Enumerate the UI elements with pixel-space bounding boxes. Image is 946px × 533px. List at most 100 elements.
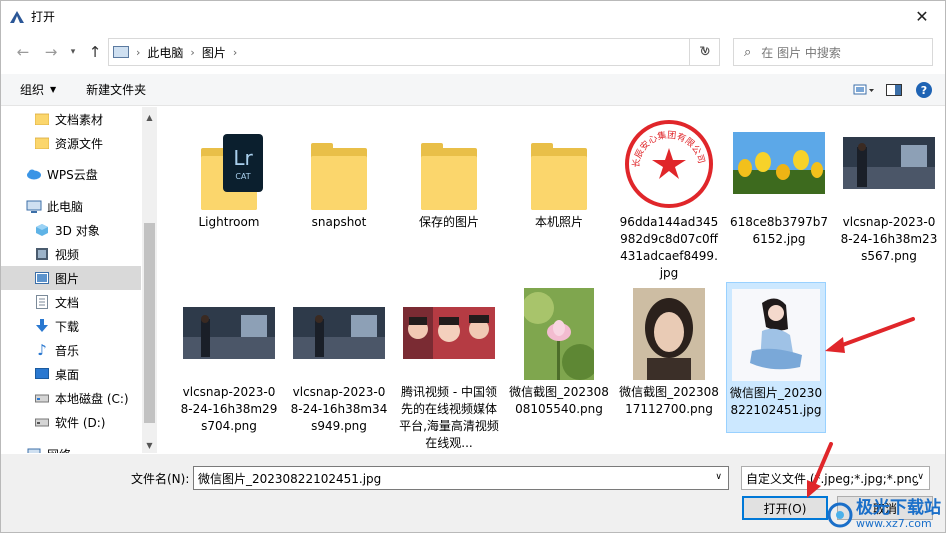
- sidebar-scrollbar[interactable]: ▲ ▼: [142, 107, 157, 453]
- file-item[interactable]: 长辰安心集团有限公司 96dda144ad345982d9c8d07c0ff43…: [619, 115, 719, 282]
- sidebar-item-label: 视频: [55, 247, 80, 262]
- back-button[interactable]: ←: [13, 42, 33, 62]
- change-view-button[interactable]: [853, 79, 875, 101]
- scrollbar-thumb[interactable]: [144, 223, 155, 423]
- breadcrumb-separator-icon: ›: [232, 45, 238, 59]
- folder-thumbnail: [399, 115, 499, 210]
- file-item-selected[interactable]: 微信图片_20230822102451.jpg: [726, 282, 826, 433]
- preview-pane-button[interactable]: [883, 79, 905, 101]
- dialog-footer: 文件名(N): 微信图片_20230822102451.jpg ∨ 自定义文件 …: [1, 442, 945, 532]
- sidebar-item-downloads[interactable]: 下载: [1, 314, 141, 338]
- file-item[interactable]: snapshot: [289, 115, 389, 231]
- sidebar-item-drive-c[interactable]: 本地磁盘 (C:): [1, 386, 141, 410]
- breadcrumb-this-pc[interactable]: 此电脑: [147, 44, 183, 61]
- sidebar-item-network[interactable]: 网络: [1, 442, 141, 453]
- sidebar-item-3d-objects[interactable]: 3D 对象: [1, 218, 141, 242]
- navigation-bar: ← → ▾ ↑ › 此电脑 › 图片 › ∨ ↻ ⌕ 在 图片 中搜索: [1, 34, 945, 70]
- up-button[interactable]: ↑: [85, 42, 105, 62]
- search-input[interactable]: ⌕ 在 图片 中搜索: [733, 38, 933, 66]
- sidebar-item-label: 下载: [55, 319, 80, 334]
- sidebar-item-label: 软件 (D:): [55, 415, 106, 430]
- folder-icon: [421, 143, 477, 210]
- chevron-down-icon[interactable]: ∨: [917, 472, 924, 482]
- computer-icon: [113, 46, 129, 58]
- new-folder-label: 新建文件夹: [86, 83, 147, 97]
- sidebar-item-label: 音乐: [55, 343, 80, 358]
- image-thumbnail: [289, 285, 389, 380]
- annotation-arrow-icon: [825, 317, 915, 353]
- refresh-button[interactable]: ↻: [689, 38, 720, 66]
- image-thumbnail: [729, 115, 829, 210]
- watermark-url: www.xz7.com: [856, 517, 932, 530]
- arrow-left-icon: ←: [16, 43, 30, 61]
- file-name: 本机照片: [534, 215, 583, 229]
- file-item[interactable]: 618ce8b3797b76152.jpg: [729, 115, 829, 248]
- chevron-down-icon[interactable]: ∨: [715, 472, 722, 482]
- file-name: Lightroom: [198, 215, 260, 229]
- recent-locations-button[interactable]: ▾: [63, 42, 83, 62]
- organize-menu[interactable]: 组织 ▼: [20, 81, 56, 98]
- breadcrumb-separator-icon: ›: [136, 45, 141, 59]
- image-thumbnail: 长辰安心集团有限公司: [619, 115, 719, 210]
- sidebar-item-label: 图片: [55, 271, 80, 286]
- network-icon: [26, 446, 42, 453]
- file-item[interactable]: Lr CAT Lightroom: [179, 115, 279, 231]
- sidebar-item-label: 网络: [47, 446, 71, 454]
- file-name: snapshot: [311, 215, 367, 229]
- file-item[interactable]: 本机照片: [509, 115, 609, 231]
- window-title: 打开: [31, 10, 56, 24]
- watermark-logo: 极光下载站 www.xz7.com: [827, 499, 941, 530]
- help-button[interactable]: ?: [913, 79, 935, 101]
- sidebar-item-resources[interactable]: 资源文件: [1, 131, 141, 155]
- video-icon: [34, 246, 50, 262]
- filename-input[interactable]: 微信图片_20230822102451.jpg ∨: [193, 466, 729, 490]
- sidebar-item-this-pc[interactable]: 此电脑: [1, 194, 141, 218]
- file-item[interactable]: 微信截图_20230808105540.png: [509, 285, 609, 418]
- sidebar-item-desktop[interactable]: 桌面: [1, 362, 141, 386]
- file-name: 96dda144ad345982d9c8d07c0ff431adcaef8499…: [619, 215, 719, 280]
- file-item[interactable]: vlcsnap-2023-08-24-16h38m34s949.png: [289, 285, 389, 435]
- tulips-image: [733, 131, 825, 194]
- sidebar-item-pictures[interactable]: 图片: [1, 266, 141, 290]
- file-name: 618ce8b3797b76152.jpg: [730, 215, 828, 246]
- folder-icon: [311, 143, 367, 210]
- sidebar-item-docs-material[interactable]: 文档素材: [1, 107, 141, 131]
- address-bar[interactable]: › 此电脑 › 图片 › ∨: [108, 38, 720, 66]
- document-icon: [34, 294, 50, 310]
- preview-pane-icon: [886, 84, 902, 96]
- sidebar-item-music[interactable]: ♪ 音乐: [1, 338, 141, 362]
- breadcrumb-pictures[interactable]: 图片: [202, 44, 226, 61]
- computer-icon: [26, 198, 42, 214]
- close-icon: ✕: [915, 7, 929, 26]
- file-name: 微信截图_20230808105540.png: [509, 385, 609, 416]
- scroll-up-icon[interactable]: ▲: [142, 109, 157, 125]
- video-frame-image: [183, 306, 275, 359]
- command-bar: 组织 ▼ 新建文件夹 ?: [1, 74, 945, 106]
- new-folder-button[interactable]: 新建文件夹: [86, 81, 146, 98]
- arrow-right-icon: →: [44, 43, 58, 61]
- image-thumbnail: [399, 285, 499, 380]
- sidebar-item-wps-cloud[interactable]: WPS云盘: [1, 162, 141, 186]
- image-thumbnail: [619, 285, 719, 380]
- seal-stamp-image: 长辰安心集团有限公司: [623, 118, 715, 210]
- download-icon: [34, 318, 50, 334]
- annotation-arrow-icon: [807, 442, 833, 498]
- filename-label: 文件名(N):: [131, 472, 190, 486]
- file-item[interactable]: vlcsnap-2023-08-24-16h38m23s567.png: [839, 115, 939, 265]
- sidebar-item-drive-d[interactable]: 软件 (D:): [1, 410, 141, 434]
- sidebar-item-videos[interactable]: 视频: [1, 242, 141, 266]
- close-button[interactable]: ✕: [899, 1, 945, 32]
- file-item[interactable]: 微信截图_20230817112700.png: [619, 285, 719, 418]
- scroll-down-icon[interactable]: ▼: [142, 437, 157, 453]
- folder-thumbnail: [289, 115, 389, 210]
- folder-thumbnail: [509, 115, 609, 210]
- file-item[interactable]: 保存的图片: [399, 115, 499, 231]
- desktop-icon: [34, 366, 50, 382]
- search-placeholder: 在 图片 中搜索: [761, 45, 841, 60]
- cube-icon: [34, 222, 50, 238]
- file-item[interactable]: 腾讯视频 - 中国领先的在线视频媒体平台,海量高清视频在线观...: [399, 285, 499, 452]
- sidebar-item-documents[interactable]: 文档: [1, 290, 141, 314]
- forward-button[interactable]: →: [41, 42, 61, 62]
- file-item[interactable]: vlcsnap-2023-08-24-16h38m29s704.png: [179, 285, 279, 435]
- view-icon: [853, 84, 874, 95]
